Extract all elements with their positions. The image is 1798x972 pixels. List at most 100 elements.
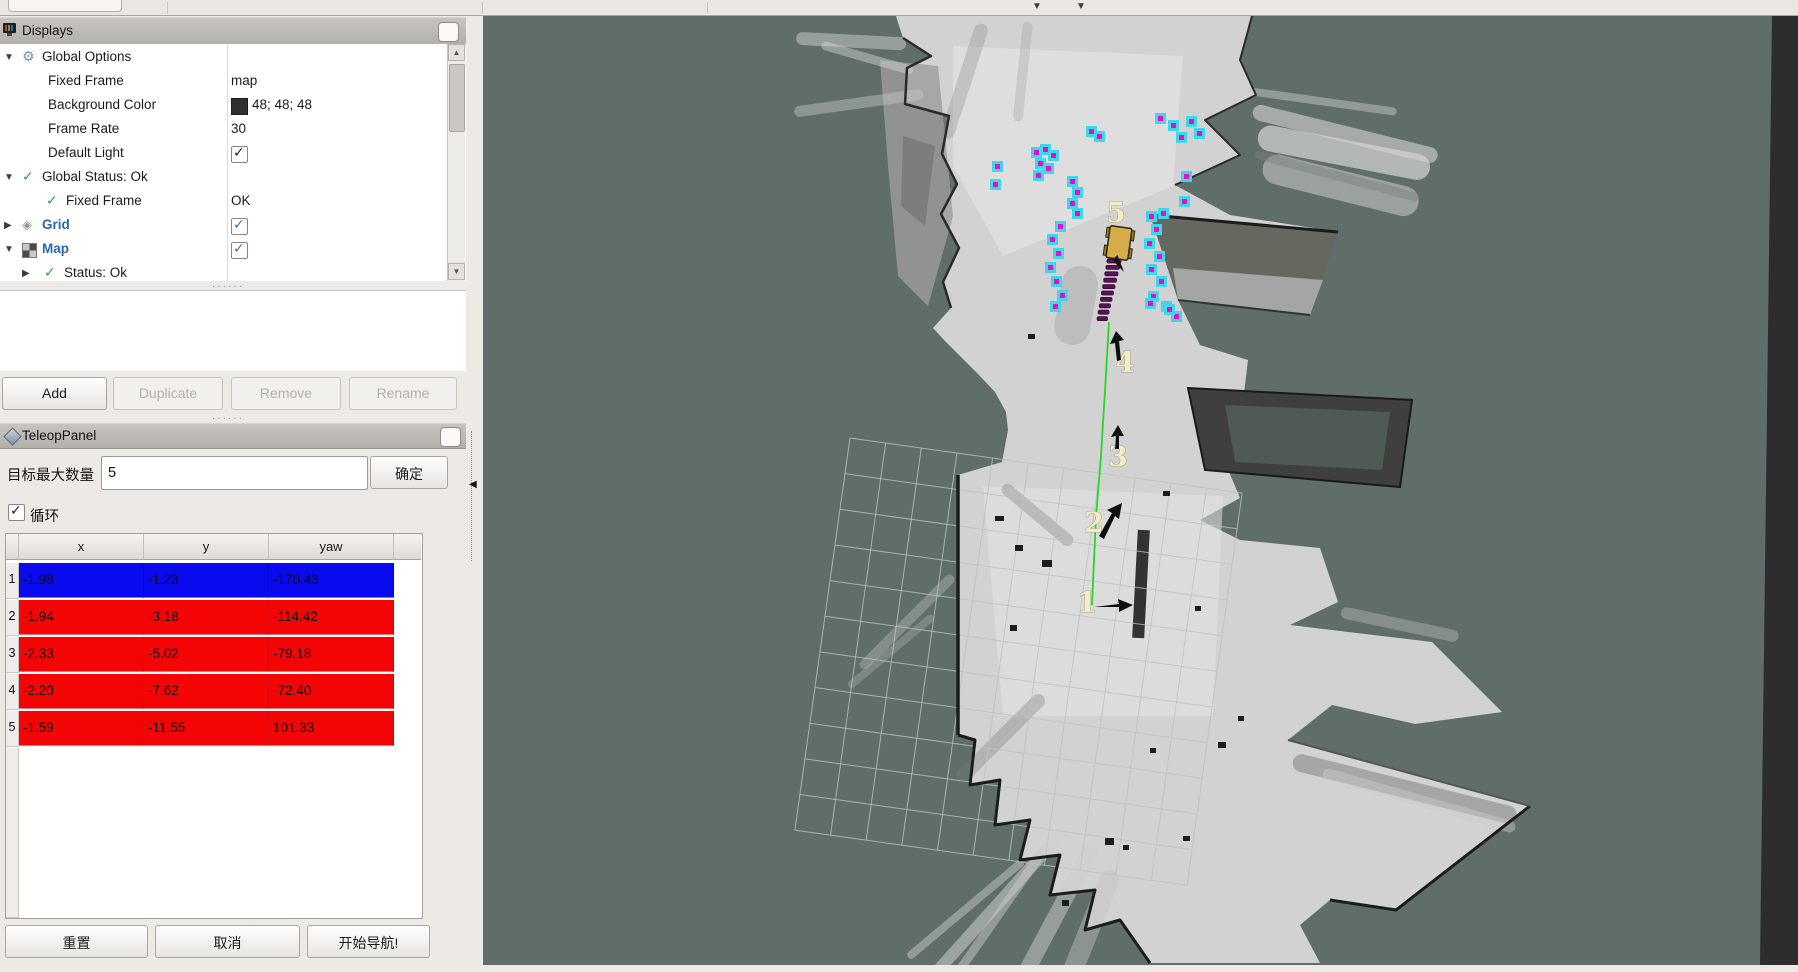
waypoint-label-5: 5 <box>1106 196 1125 229</box>
enabled-checkbox[interactable]: ✓ <box>231 146 248 163</box>
color-swatch[interactable] <box>231 98 248 115</box>
tree-row-label: Global Options <box>42 49 131 64</box>
status-ok-check-icon: ✓ <box>44 264 56 281</box>
status-ok-check-icon: ✓ <box>46 192 58 209</box>
table-cell-y[interactable]: -5.02 <box>144 637 269 672</box>
start-navigation-button[interactable]: 开始导航! <box>307 925 430 958</box>
table-cell-y[interactable]: -11.55 <box>144 711 269 746</box>
expand-icon[interactable]: ▶ <box>4 220 12 232</box>
confirm-button[interactable]: 确定 <box>370 456 448 489</box>
rviz-3d-view[interactable]: 12345 <box>483 16 1798 965</box>
tree-row-global-options[interactable]: ▼ ⚙ Global Options <box>0 46 446 70</box>
row-header[interactable]: 4 <box>6 674 19 710</box>
displays-empty-area <box>0 290 466 371</box>
expand-icon[interactable]: ▶ <box>22 268 30 280</box>
tree-row-global-status-ok[interactable]: ▼✓Global Status: Ok <box>0 166 446 190</box>
tree-row-label: Status: Ok <box>64 265 127 280</box>
gear-icon: ⚙ <box>22 48 35 65</box>
checkmark-icon: ✓ <box>233 240 245 257</box>
tree-row-fixed-frame[interactable]: Fixed Frame map <box>0 70 446 94</box>
remove-button[interactable]: Remove <box>231 377 341 410</box>
displays-icon <box>3 22 18 37</box>
panel-float-button[interactable] <box>440 427 461 447</box>
left-dock: Displays ▼ ⚙ Global Options Fixed Frame map B… <box>0 16 466 972</box>
tree-row-label: Fixed Frame <box>48 73 124 88</box>
tree-row-map[interactable]: ▼ Map ✓ <box>0 238 446 262</box>
displays-tree[interactable]: ▼ ⚙ Global Options Fixed Frame map Background… <box>0 44 466 281</box>
tree-row-grid[interactable]: ▶◈Grid✓ <box>0 214 446 238</box>
checkmark-icon: ✓ <box>10 502 22 519</box>
column-header-y[interactable]: y <box>144 534 269 560</box>
tree-row-label: Background Color <box>48 97 156 112</box>
robot-body <box>1106 226 1132 261</box>
checkmark-icon: ✓ <box>233 216 245 233</box>
tree-row-frame-rate[interactable]: Frame Rate30 <box>0 118 446 142</box>
table-cell-x[interactable]: -1.94 <box>19 600 144 635</box>
reset-button[interactable]: 重置 <box>5 925 148 958</box>
tree-row-label: Grid <box>42 217 70 232</box>
table-cell-y[interactable]: -3.18 <box>144 600 269 635</box>
tree-row-status-ok[interactable]: ▶ ✓ Status: Ok <box>0 262 446 281</box>
loop-checkbox[interactable]: ✓ <box>8 504 25 521</box>
tree-scrollbar[interactable]: ▲ ▼ <box>447 44 465 281</box>
dock-splitter[interactable]: ◀ <box>466 16 483 965</box>
collapse-left-icon[interactable]: ◀ <box>469 479 477 490</box>
table-cell-y[interactable]: -1.23 <box>144 563 269 598</box>
table-cell-yaw[interactable]: -72.40 <box>269 674 394 709</box>
row-header[interactable]: 5 <box>6 711 19 747</box>
tree-row-label: Map <box>42 241 69 256</box>
toolbar-separator <box>707 2 708 13</box>
enabled-checkbox[interactable]: ✓ <box>231 218 248 235</box>
chevron-down-icon[interactable]: ▼ <box>1076 1 1086 13</box>
tree-row-label: Global Status: Ok <box>42 169 148 184</box>
cancel-button[interactable]: 取消 <box>155 925 300 958</box>
teleop-panel-titlebar[interactable]: TeleopPanel <box>0 423 466 449</box>
scroll-down-icon[interactable]: ▼ <box>448 263 465 280</box>
panel-float-button[interactable] <box>438 22 459 42</box>
collapse-icon[interactable]: ▼ <box>4 172 14 184</box>
table-cell-x[interactable]: -2.33 <box>19 637 144 672</box>
collapse-icon[interactable]: ▼ <box>4 244 14 256</box>
tree-row-background-color[interactable]: Background Color 48; 48; 48 <box>0 94 446 118</box>
tree-row-label: Default Light <box>48 145 124 160</box>
table-cell-x[interactable]: -1.98 <box>19 563 144 598</box>
tree-row-fixed-frame[interactable]: ✓Fixed FrameOK <box>0 190 446 214</box>
enabled-checkbox[interactable]: ✓ <box>231 242 248 259</box>
table-cell-y[interactable]: -7.62 <box>144 674 269 709</box>
table-cell-yaw[interactable]: -79.18 <box>269 637 394 672</box>
scrollbar-thumb[interactable] <box>449 64 465 132</box>
displays-panel-titlebar[interactable]: Displays <box>0 17 466 46</box>
table-header-filler <box>394 534 421 560</box>
teleop-panel-title: TeleopPanel <box>22 428 96 443</box>
row-header[interactable]: 1 <box>6 563 19 599</box>
tree-row-value[interactable]: map <box>231 73 257 88</box>
column-header-yaw[interactable]: yaw <box>269 534 394 560</box>
tree-row-value[interactable]: 48; 48; 48 <box>252 97 312 112</box>
scroll-up-icon[interactable]: ▲ <box>448 44 465 61</box>
table-cell-yaw[interactable]: -170.43 <box>269 563 394 598</box>
waypoint-table[interactable]: xyyaw 1-1.98-1.23-170.43 2-1.94-3.18-114.4… <box>5 533 423 919</box>
chevron-down-icon[interactable]: ▼ <box>1032 1 1042 13</box>
column-header-x[interactable]: x <box>19 534 144 560</box>
teleop-panel-icon <box>3 427 21 445</box>
goal-count-input[interactable] <box>101 456 368 490</box>
rename-button[interactable]: Rename <box>349 377 457 410</box>
map-canvas[interactable]: 12345 <box>483 16 1798 965</box>
duplicate-button[interactable]: Duplicate <box>113 377 223 410</box>
toolbar-partial-button[interactable] <box>8 0 122 12</box>
add-button[interactable]: Add <box>2 377 107 410</box>
table-cell-x[interactable]: -2.20 <box>19 674 144 709</box>
table-cell-yaw[interactable]: 101.33 <box>269 711 394 746</box>
tree-row-default-light[interactable]: Default Light ✓ <box>0 142 446 166</box>
tree-row-value[interactable]: 30 <box>231 121 246 136</box>
table-cell-yaw[interactable]: -114.42 <box>269 600 394 635</box>
collapse-icon[interactable]: ▼ <box>4 52 14 64</box>
row-header-strip <box>6 748 19 918</box>
table-corner <box>6 534 19 560</box>
tree-row-value[interactable]: OK <box>231 193 251 208</box>
toolbar-separator <box>482 2 483 13</box>
row-header[interactable]: 3 <box>6 637 19 673</box>
row-header[interactable]: 2 <box>6 600 19 636</box>
table-cell-x[interactable]: -1.59 <box>19 711 144 746</box>
toolbar-strip: ▼ ▼ <box>0 0 1798 16</box>
